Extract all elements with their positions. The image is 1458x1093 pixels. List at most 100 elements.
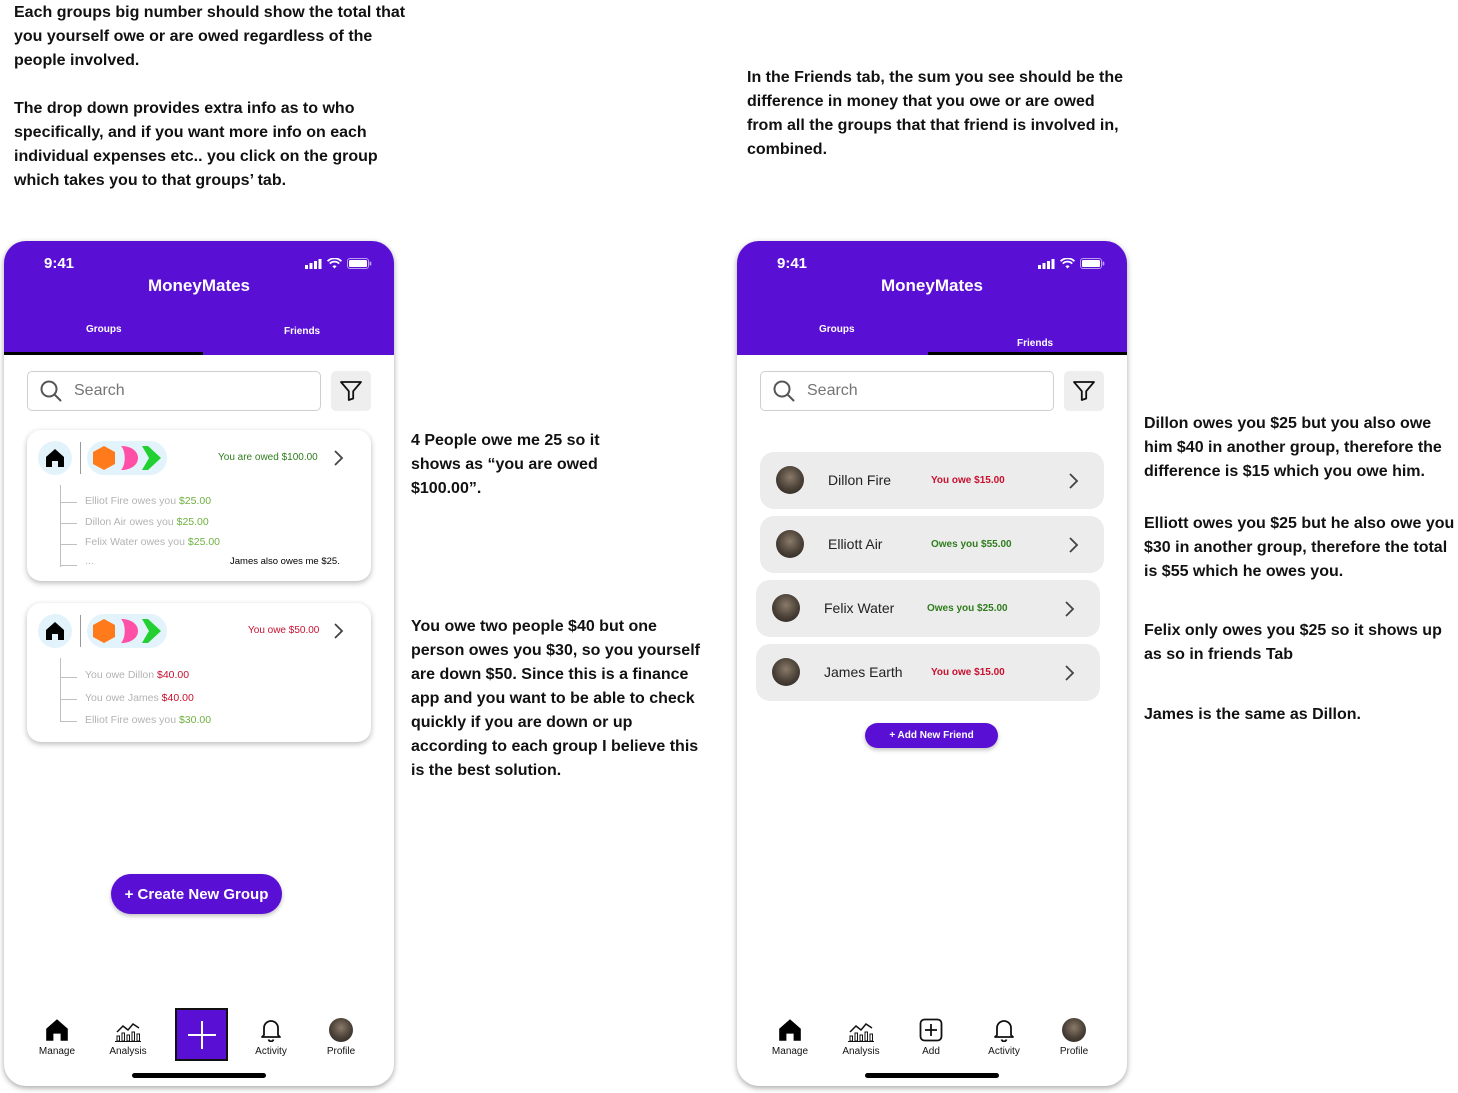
app-header: 9:41 MoneyMates Groups Friends xyxy=(4,241,394,355)
nav-manage[interactable]: Manage xyxy=(760,1016,820,1057)
friend-name: James Earth xyxy=(824,664,903,680)
nav-activity[interactable]: Activity xyxy=(241,1016,301,1057)
avatar xyxy=(772,594,800,622)
chevron-right-icon[interactable] xyxy=(333,448,345,468)
member-balance-amount: $40.00 xyxy=(161,692,194,704)
annotation-text: Elliott owes you $25 but he also owe you… xyxy=(1144,515,1455,580)
wifi-icon xyxy=(1060,258,1075,269)
friend-name: Elliott Air xyxy=(828,536,883,552)
nav-profile[interactable]: Profile xyxy=(311,1016,371,1057)
avatar xyxy=(776,530,804,558)
nav-analysis[interactable]: Analysis xyxy=(831,1016,891,1057)
annotation-text: In the Friends tab, the sum you see shou… xyxy=(747,69,1124,158)
group-card[interactable]: You are owed $100.00 Elliot Fire owes yo… xyxy=(27,430,371,581)
create-group-button[interactable]: + Create New Group xyxy=(111,874,282,914)
search-icon xyxy=(773,380,795,402)
annotation-group1: 4 People owe me 25 so it shows as “you a… xyxy=(411,429,611,501)
nav-activity[interactable]: Activity xyxy=(974,1016,1034,1057)
member-avatar-icon xyxy=(121,619,138,643)
nav-analysis[interactable]: Analysis xyxy=(98,1016,158,1057)
tab-groups[interactable]: Groups xyxy=(819,324,855,335)
tree-line xyxy=(60,565,77,566)
member-balance-text: Elliot Fire owes you xyxy=(85,714,179,726)
search-input[interactable] xyxy=(74,382,274,400)
group-summary-amount: You owe $50.00 xyxy=(248,625,320,636)
member-balance: Elliot Fire owes you $25.00 xyxy=(85,495,211,507)
nav-label: Activity xyxy=(988,1046,1020,1057)
annotation-text: 4 People owe me 25 so it shows as “you a… xyxy=(411,432,600,497)
tree-line xyxy=(60,677,77,678)
search-icon xyxy=(40,380,62,402)
friend-name: Felix Water xyxy=(824,600,895,616)
active-tab-indicator xyxy=(928,352,1127,355)
annotation-text: Felix only owes you $25 so it shows up a… xyxy=(1144,622,1442,663)
home-indicator xyxy=(132,1073,266,1078)
group-card[interactable]: You owe $50.00 You owe Dillon $40.00 You… xyxy=(27,603,371,742)
status-time: 9:41 xyxy=(777,255,808,272)
search-field[interactable] xyxy=(760,371,1054,411)
add-button[interactable] xyxy=(175,1008,228,1061)
chart-icon xyxy=(848,1023,874,1042)
add-friend-button[interactable]: + Add New Friend xyxy=(865,723,998,748)
member-balance: Elliot Fire owes you $30.00 xyxy=(85,714,211,726)
tree-line xyxy=(60,544,77,545)
nav-label: Manage xyxy=(771,1046,809,1057)
add-square-icon xyxy=(919,1018,943,1042)
friend-balance: Owes you $55.00 xyxy=(931,539,1012,550)
member-avatar-icon xyxy=(93,619,115,643)
member-avatar-icon xyxy=(142,446,161,470)
filter-icon xyxy=(340,381,362,401)
tree-line xyxy=(60,699,77,700)
avatar xyxy=(776,466,804,494)
member-balance: ... xyxy=(85,555,94,567)
member-balance: Dillon Air owes you $25.00 xyxy=(85,516,209,528)
app-header: 9:41 MoneyMates Groups Friends xyxy=(737,241,1127,355)
tab-friends[interactable]: Friends xyxy=(1017,338,1053,349)
chart-icon xyxy=(115,1023,141,1042)
filter-button[interactable] xyxy=(1064,371,1104,411)
annotation-friends: Dillon owes you $25 but you also owe him… xyxy=(1144,412,1456,727)
home-indicator xyxy=(865,1073,999,1078)
chevron-right-icon[interactable] xyxy=(1064,600,1076,618)
nav-add[interactable]: Add xyxy=(901,1016,961,1057)
tab-groups[interactable]: Groups xyxy=(86,324,122,335)
member-avatar-icon xyxy=(93,446,115,470)
tree-line xyxy=(60,658,61,722)
member-balance: You owe Dillon $40.00 xyxy=(85,669,189,681)
search-field[interactable] xyxy=(27,371,321,411)
friend-row[interactable]: James Earth You owe $15.00 xyxy=(756,644,1100,701)
friends-screen: 9:41 MoneyMates Groups Friends Dillon Fi… xyxy=(737,241,1127,1086)
filter-button[interactable] xyxy=(331,371,371,411)
friend-balance: You owe $15.00 xyxy=(931,667,1005,678)
member-balance-text: Felix Water owes you xyxy=(85,536,188,548)
annotation-top-right: In the Friends tab, the sum you see shou… xyxy=(747,66,1127,162)
member-balance-amount: $25.00 xyxy=(178,495,212,507)
nav-label: Analysis xyxy=(109,1046,147,1057)
nav-profile[interactable]: Profile xyxy=(1044,1016,1104,1057)
chevron-right-icon[interactable] xyxy=(1068,472,1080,490)
tab-friends[interactable]: Friends xyxy=(284,326,320,337)
friend-row[interactable]: Dillon Fire You owe $15.00 xyxy=(760,452,1104,509)
group-avatar xyxy=(38,441,72,475)
friend-row[interactable]: Felix Water Owes you $25.00 xyxy=(756,580,1100,637)
tree-line xyxy=(60,485,61,567)
friend-row[interactable]: Elliott Air Owes you $55.00 xyxy=(760,516,1104,573)
bell-icon xyxy=(994,1020,1014,1042)
member-balance-amount: $40.00 xyxy=(157,669,190,681)
divider xyxy=(80,442,81,474)
member-avatars xyxy=(87,614,167,648)
chevron-right-icon[interactable] xyxy=(1068,536,1080,554)
status-icons xyxy=(305,258,372,269)
nav-label: Manage xyxy=(38,1046,76,1057)
nav-manage[interactable]: Manage xyxy=(27,1016,87,1057)
member-balance-amount: $30.00 xyxy=(178,714,212,726)
search-input[interactable] xyxy=(807,382,1007,400)
member-balance-text: Dillon Air owes you xyxy=(85,516,177,528)
chevron-right-icon[interactable] xyxy=(333,621,345,641)
status-time: 9:41 xyxy=(44,255,75,272)
avatar xyxy=(329,1018,353,1042)
chevron-right-icon[interactable] xyxy=(1064,664,1076,682)
battery-icon xyxy=(347,258,372,269)
divider xyxy=(80,615,81,647)
home-icon xyxy=(779,1019,801,1041)
